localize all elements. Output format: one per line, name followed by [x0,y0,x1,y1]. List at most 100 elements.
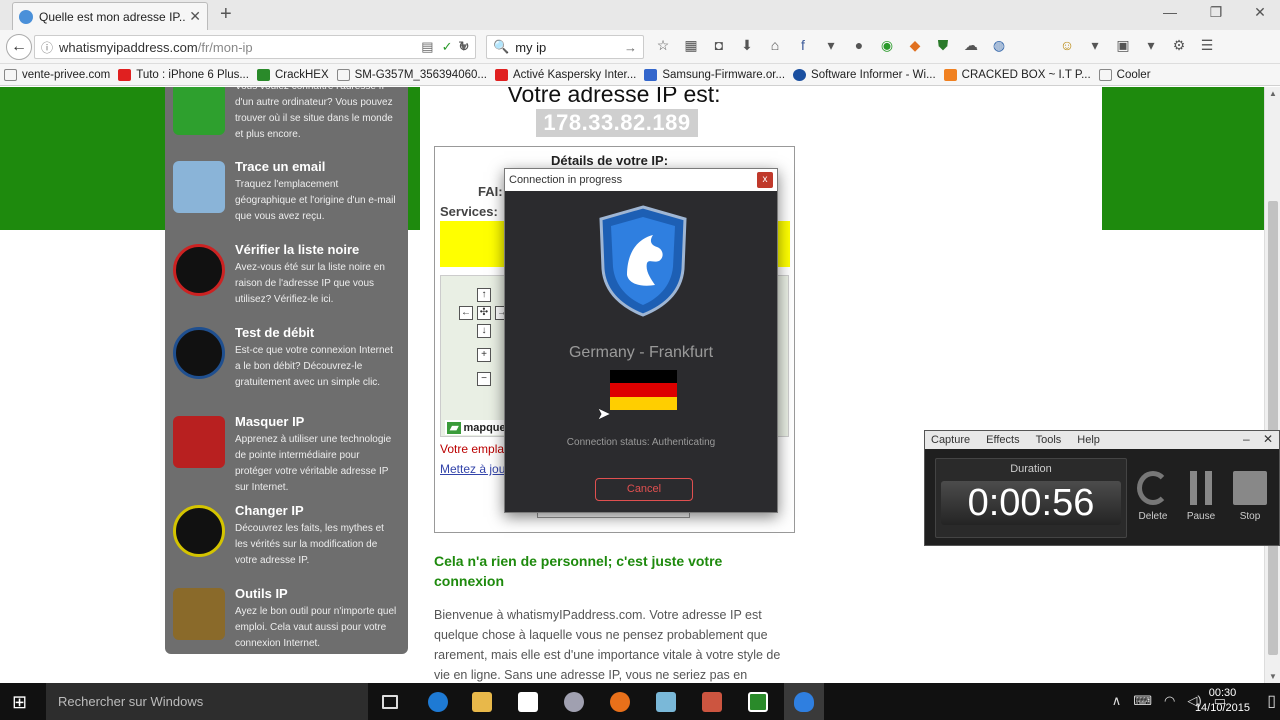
menu-help[interactable]: Help [1077,434,1100,446]
app-icon[interactable] [554,683,594,720]
extension-green-icon[interactable]: ◉ [878,37,896,54]
scroll-down-icon[interactable]: ▼ [1265,672,1280,681]
bookmark-star-icon[interactable]: ☆ [654,37,672,54]
app-icon[interactable] [646,683,686,720]
close-icon[interactable]: x [757,172,773,188]
home-icon[interactable]: ⌂ [766,37,784,54]
notifications-icon[interactable]: ▯ [1267,691,1276,711]
bookmark-item[interactable]: CrackHEX [256,68,329,81]
bookmark-item[interactable]: Software Informer - Wi... [793,68,936,81]
restore-icon[interactable]: ❐ [1206,4,1226,21]
bookmark-icon [4,68,17,81]
ip-address[interactable]: 178.33.82.189 [536,109,698,137]
reload-icon[interactable]: ↻ [458,38,470,55]
sidebar-item-change-ip[interactable]: Changer IP Découvrez les faits, les myth… [165,499,408,579]
download-icon[interactable]: ⬇ [738,37,756,54]
close-tab-icon[interactable]: ✕ [189,8,201,25]
pause-button[interactable]: Pause [1176,471,1226,522]
screen-recorder: Capture Effects Tools Help – ✕ Duration … [924,430,1280,546]
pocket-icon[interactable]: ◘ [710,37,728,54]
close-window-icon[interactable]: ✕ [1250,4,1270,21]
flag-stripe-red [610,383,677,397]
pan-left-icon[interactable]: ← [459,306,473,320]
cloud-icon[interactable]: ☁ [962,37,980,54]
new-tab-button[interactable]: + [220,3,232,26]
sidebar-item-blacklist[interactable]: Vérifier la liste noire Avez-vous été su… [165,238,408,318]
pan-center-icon[interactable]: ✣ [477,306,491,320]
extension-grid-icon[interactable]: ▣ [1114,37,1132,54]
shield-horse-icon [599,205,687,317]
pan-up-icon[interactable]: ↑ [477,288,491,302]
sidebar-item-hide-ip[interactable]: Masquer IP Apprenez à utiliser une techn… [165,410,408,493]
url-bar[interactable]: ⓘ whatismyipaddress.com/fr/mon-ip ▤ ✓ ▾ [34,35,476,59]
chevron-down-icon[interactable]: ▾ [822,37,840,54]
info-icon[interactable]: ⓘ [41,39,53,56]
tab-whatismyip[interactable]: Quelle est mon adresse IP... ✕ [12,2,208,30]
reader-view-icon[interactable]: ▤ [421,39,433,55]
back-button[interactable]: ← [6,34,32,60]
sidebar-item-ip-tools[interactable]: Outils IP Ayez le bon outil pour n'impor… [165,582,408,662]
bookmark-item[interactable]: Samsung-Firmware.or... [644,68,785,81]
extension-orange-icon[interactable]: ◆ [906,37,924,54]
task-view-icon[interactable] [370,683,410,720]
clock[interactable]: 00:30 14/10/2015 [1195,686,1250,716]
zoom-out-icon[interactable]: − [477,372,491,386]
minimize-icon[interactable]: – [1243,432,1250,446]
vpn-app-icon[interactable] [784,683,824,720]
search-box[interactable]: 🔍 my ip → [486,35,644,59]
search-go-icon[interactable]: → [624,40,637,55]
file-explorer-icon[interactable] [462,683,502,720]
settings-icon[interactable]: ⚙ [1170,37,1188,54]
check-icon[interactable]: ✓ [442,39,453,55]
taskbar-search[interactable]: Rechercher sur Windows [46,683,368,720]
zoom-in-icon[interactable]: + [477,348,491,362]
menu-capture[interactable]: Capture [931,434,970,446]
pan-down-icon[interactable]: ↓ [477,324,491,338]
scroll-up-icon[interactable]: ▲ [1265,89,1280,98]
close-icon[interactable]: ✕ [1263,432,1273,446]
menu-tools[interactable]: Tools [1036,434,1062,446]
globe-icon[interactable]: ◍ [990,37,1008,54]
stop-button[interactable]: Stop [1225,471,1275,522]
chevron-down-icon[interactable]: ▾ [1086,37,1104,54]
minimize-icon[interactable]: — [1160,4,1180,20]
bookmark-item[interactable]: Tuto : iPhone 6 Plus... [118,68,249,81]
bookmark-item[interactable]: CRACKED BOX ~ I.T P... [943,68,1091,81]
bookmark-item[interactable]: SM-G357M_356394060... [336,68,487,81]
sidebar-item-speed-test[interactable]: Test de débit Est-ce que votre connexion… [165,321,408,401]
menu-icon[interactable]: ☰ [1198,37,1216,54]
globe-icon [19,9,33,24]
wifi-icon[interactable]: ◠ [1164,693,1175,709]
bookmark-item[interactable]: vente-privee.com [4,68,110,81]
bookmark-item[interactable]: Cooler [1098,68,1151,81]
windows-start-icon[interactable]: ⊞ [12,692,27,713]
sidebar-item-trace-email[interactable]: Trace un email Traquez l'emplacement géo… [165,155,408,235]
keyboard-icon[interactable]: ⌨ [1133,693,1152,709]
firefox-icon[interactable] [600,683,640,720]
nav-bar: ← ⓘ whatismyipaddress.com/fr/mon-ip ▤ ✓ … [0,30,1280,64]
edge-icon[interactable] [418,683,458,720]
shield-icon[interactable]: ⛊ [934,37,952,54]
store-icon[interactable] [508,683,548,720]
dialog-titlebar: Connection in progress x [505,169,777,191]
update-link[interactable]: Mettez à jou [440,462,505,476]
facebook-icon[interactable]: f [794,37,812,54]
chevron-down-icon[interactable]: ▾ [1142,37,1160,54]
clock-time: 00:30 [1208,687,1237,699]
bookmark-item[interactable]: Activé Kaspersky Inter... [494,68,636,81]
camtasia-icon[interactable] [738,683,778,720]
delete-button[interactable]: Delete [1128,471,1178,522]
chevron-up-icon[interactable]: ∧ [1112,693,1122,709]
search-input[interactable]: my ip [515,40,546,55]
cancel-button[interactable]: Cancel [595,478,693,501]
bookmarks-bar: vente-privee.com Tuto : iPhone 6 Plus...… [0,64,1280,86]
bookmarks-list-icon[interactable]: ▦ [682,37,700,54]
monkey-icon[interactable]: ☺ [1058,37,1076,54]
blogger-icon [943,68,957,81]
page-scrollbar[interactable]: ▲ ▼ [1264,87,1280,683]
app-icon[interactable] [692,683,732,720]
sidebar-item-lookup[interactable]: Vous voulez connaître l'adresse IP d'un … [165,87,408,159]
scroll-thumb[interactable] [1268,201,1278,655]
menu-effects[interactable]: Effects [986,434,1019,446]
chat-icon[interactable]: ● [850,37,868,54]
